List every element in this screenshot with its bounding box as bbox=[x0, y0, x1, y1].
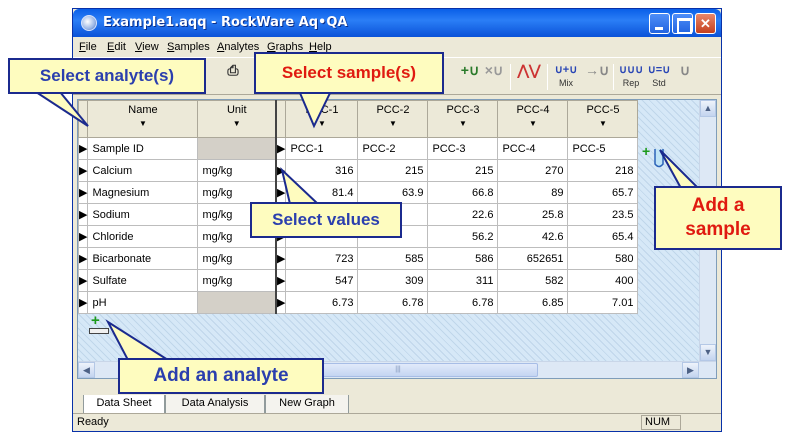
add-sample-callout: Add a sample bbox=[654, 186, 782, 250]
add-sample-callout-line1: Add a bbox=[691, 195, 745, 216]
add-analyte-pointer bbox=[105, 319, 172, 361]
add-analyte-callout: Add an analyte bbox=[118, 358, 324, 394]
select-values-callout: Select values bbox=[250, 202, 402, 238]
select-analytes-pointer bbox=[32, 91, 89, 127]
select-samples-callout: Select sample(s) bbox=[254, 52, 444, 94]
add-sample-pointer bbox=[659, 149, 703, 191]
select-samples-pointer bbox=[298, 92, 332, 129]
select-values-pointer bbox=[280, 166, 321, 205]
select-analytes-callout: Select analyte(s) bbox=[8, 58, 206, 94]
add-sample-callout-line2: sample bbox=[685, 219, 751, 240]
